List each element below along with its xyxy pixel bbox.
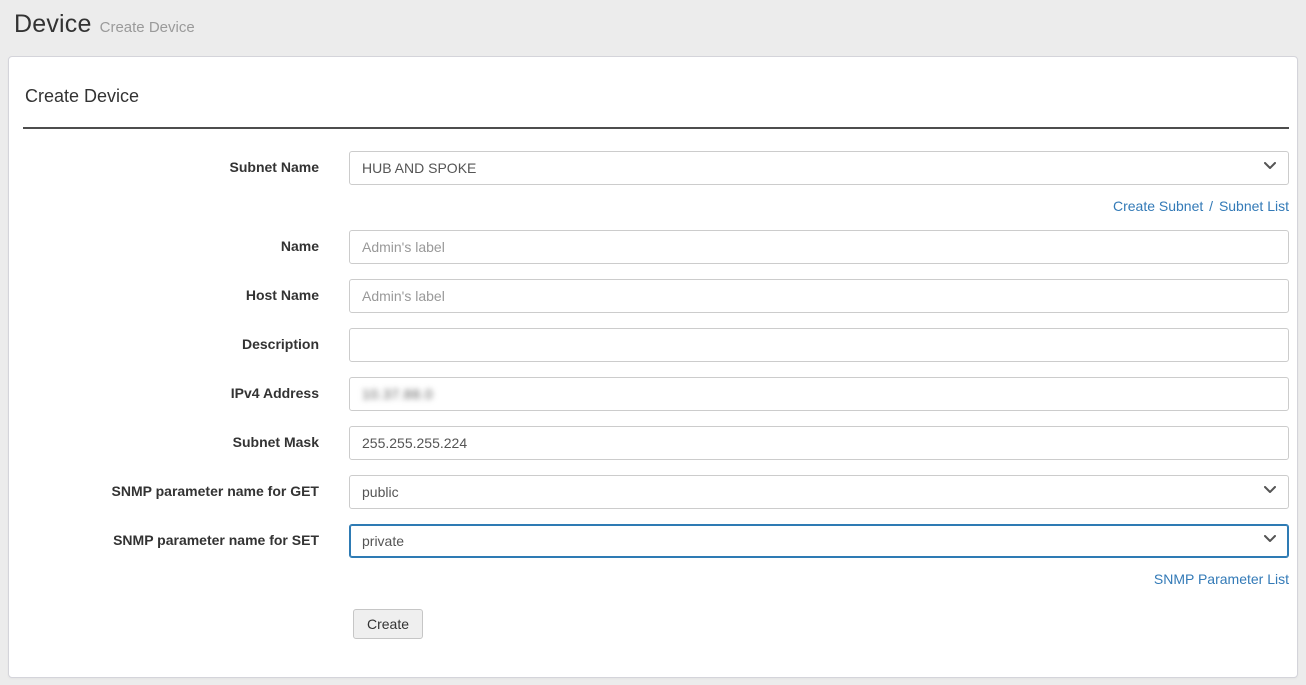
form-row-description: Description [23, 328, 1289, 362]
subnet-list-link[interactable]: Subnet List [1219, 198, 1289, 214]
create-device-panel: Create Device Subnet Name HUB AND SPOKE … [8, 56, 1298, 678]
host-name-input[interactable] [349, 279, 1289, 313]
snmp-set-select[interactable]: private [349, 524, 1289, 558]
snmp-parameter-list-link[interactable]: SNMP Parameter List [1154, 571, 1289, 587]
form-row-snmp-get: SNMP parameter name for GET public [23, 475, 1289, 509]
snmp-get-select[interactable]: public [349, 475, 1289, 509]
form-row-subnet-mask: Subnet Mask [23, 426, 1289, 460]
create-device-form: Subnet Name HUB AND SPOKE Create Subnet … [23, 129, 1289, 639]
page-title: Device [14, 10, 92, 39]
subnet-name-label: Subnet Name [23, 151, 319, 185]
form-row-ipv4-address: IPv4 Address 10.37.88.0 [23, 377, 1289, 411]
page-subtitle: Create Device [100, 19, 195, 36]
form-row-snmp-set: SNMP parameter name for SET private [23, 524, 1289, 558]
page-header: Device Create Device [0, 0, 1306, 51]
create-subnet-link[interactable]: Create Subnet [1113, 198, 1203, 214]
snmp-set-label: SNMP parameter name for SET [23, 524, 319, 558]
name-input[interactable] [349, 230, 1289, 264]
ipv4-address-label: IPv4 Address [23, 377, 319, 411]
snmp-get-label: SNMP parameter name for GET [23, 475, 319, 509]
description-input[interactable] [349, 328, 1289, 362]
subnet-name-field-wrap: HUB AND SPOKE [349, 151, 1289, 185]
link-separator: / [1209, 198, 1213, 214]
ipv4-address-input[interactable]: 10.37.88.0 [349, 377, 1289, 411]
create-button[interactable]: Create [353, 609, 423, 639]
subnet-name-select[interactable]: HUB AND SPOKE [349, 151, 1289, 185]
form-row-name: Name [23, 230, 1289, 264]
ipv4-redacted-value: 10.37.88.0 [362, 386, 433, 402]
form-row-subnet-name: Subnet Name HUB AND SPOKE [23, 151, 1289, 185]
subnet-links-row: Create Subnet / Subnet List [23, 198, 1289, 214]
subnet-mask-input[interactable] [349, 426, 1289, 460]
snmp-link-row: SNMP Parameter List [23, 571, 1289, 587]
panel-title: Create Device [23, 57, 1289, 107]
host-name-label: Host Name [23, 279, 319, 313]
name-label: Name [23, 230, 319, 264]
button-row: Create [23, 609, 1289, 639]
subnet-mask-label: Subnet Mask [23, 426, 319, 460]
subnet-links: Create Subnet / Subnet List [349, 198, 1289, 214]
description-label: Description [23, 328, 319, 362]
form-row-host-name: Host Name [23, 279, 1289, 313]
